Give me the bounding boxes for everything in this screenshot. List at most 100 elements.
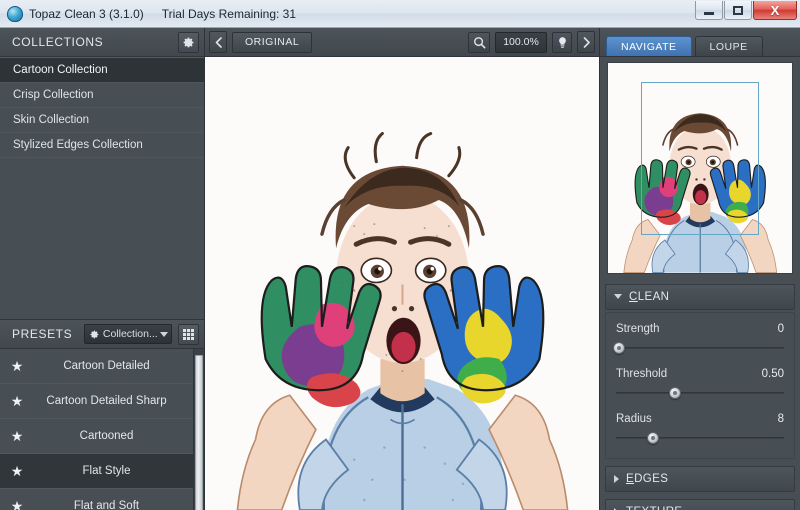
zoom-level-value: 100.0% xyxy=(503,36,539,48)
star-icon[interactable]: ★ xyxy=(0,499,34,510)
slider-strength-line xyxy=(616,346,784,349)
navigator-thumbnail[interactable] xyxy=(607,62,793,274)
window-title: Topaz Clean 3 (3.1.0) xyxy=(29,6,144,21)
slider-radius-track[interactable] xyxy=(616,431,784,444)
slider-threshold-label: Threshold xyxy=(616,367,668,380)
presets-dropdown-value: Collection... xyxy=(102,328,157,340)
collection-item-skin[interactable]: Skin Collection xyxy=(0,108,204,133)
original-label: ORIGINAL xyxy=(245,36,300,48)
preset-row[interactable]: ★ Cartooned xyxy=(0,419,193,454)
preset-label: Flat Style xyxy=(82,465,131,477)
collection-item-label: Stylized Edges Collection xyxy=(13,139,143,151)
preset-row-selected[interactable]: ★ Flat Style xyxy=(0,454,193,489)
zoom-level-field[interactable]: 100.0% xyxy=(495,31,547,53)
presets-grid-view-button[interactable] xyxy=(178,323,199,345)
zoom-tool-button[interactable] xyxy=(468,31,490,53)
slider-radius-meta: Radius 8 xyxy=(616,413,784,425)
collection-item-label: Cartoon Collection xyxy=(13,64,108,76)
collection-item-label: Crisp Collection xyxy=(13,89,94,101)
slider-radius-knob[interactable] xyxy=(646,431,659,444)
left-sidebar: COLLECTIONS Cartoon Collection Crisp Col… xyxy=(0,28,205,510)
section-title-clean: CLEAN xyxy=(629,290,670,303)
presets-header: PRESETS Collection... xyxy=(0,319,204,349)
window-titlebar: Topaz Clean 3 (3.1.0) Trial Days Remaini… xyxy=(0,0,800,28)
star-icon[interactable]: ★ xyxy=(0,429,34,443)
image-canvas[interactable] xyxy=(205,57,599,510)
preview-image-artwork xyxy=(205,57,599,510)
star-icon[interactable]: ★ xyxy=(0,394,34,408)
collection-item-cartoon[interactable]: Cartoon Collection xyxy=(0,58,204,83)
presets-scrollbar-thumb[interactable] xyxy=(195,355,203,510)
slider-threshold-track[interactable] xyxy=(616,386,784,399)
navigator-thumbnail-artwork xyxy=(608,63,792,273)
slider-threshold-value: 0.50 xyxy=(761,367,784,380)
preset-row[interactable]: ★ Flat and Soft xyxy=(0,489,193,510)
maximize-icon xyxy=(733,5,743,15)
presets-title: PRESETS xyxy=(12,327,73,341)
minimize-icon xyxy=(704,11,714,15)
chevron-left-icon xyxy=(215,36,222,48)
gear-icon xyxy=(183,37,194,47)
preview-image[interactable] xyxy=(205,57,599,510)
search-icon xyxy=(473,36,485,48)
presets-panel: ★ Cartoon Detailed ★ Cartoon Detailed Sh… xyxy=(0,349,204,510)
preset-row[interactable]: ★ Cartoon Detailed xyxy=(0,349,193,384)
section-title-texture: TEXTURE xyxy=(626,506,682,510)
triangle-down-icon xyxy=(614,294,622,300)
section-header-texture[interactable]: TEXTURE xyxy=(605,498,795,510)
tab-loupe-label: LOUPE xyxy=(709,40,748,53)
slider-radius: Radius 8 xyxy=(616,413,784,444)
close-button[interactable]: X xyxy=(753,1,797,20)
next-image-button[interactable] xyxy=(577,31,595,53)
topaz-clean-window: Topaz Clean 3 (3.1.0) Trial Days Remaini… xyxy=(0,0,800,510)
window-controls: X xyxy=(695,1,797,20)
collection-item-label: Skin Collection xyxy=(13,114,90,126)
navigator-preview-wrap xyxy=(600,57,800,281)
presets-list: ★ Cartoon Detailed ★ Cartoon Detailed Sh… xyxy=(0,349,193,510)
highlight-toggle-button[interactable] xyxy=(552,31,572,53)
collections-settings-button[interactable] xyxy=(178,31,199,53)
slider-radius-label: Radius xyxy=(616,412,652,425)
chevron-down-icon xyxy=(160,331,168,337)
right-sidebar: NAVIGATE LOUPE CLEAN Strength 0 Threshol… xyxy=(600,28,800,510)
app-body: COLLECTIONS Cartoon Collection Crisp Col… xyxy=(0,28,800,510)
original-view-button[interactable]: ORIGINAL xyxy=(232,31,313,53)
presets-scrollbar[interactable] xyxy=(193,349,204,510)
slider-strength: Strength 0 xyxy=(613,322,784,354)
previous-image-button[interactable] xyxy=(209,31,227,53)
preset-label: Flat and Soft xyxy=(73,500,140,510)
slider-threshold: Threshold 0.50 xyxy=(616,368,784,399)
chevron-right-icon xyxy=(583,36,590,48)
collections-header: COLLECTIONS xyxy=(0,28,204,57)
slider-strength-knob[interactable] xyxy=(613,341,626,354)
slider-strength-track[interactable] xyxy=(613,341,784,354)
presets-collection-dropdown[interactable]: Collection... xyxy=(84,324,172,344)
slider-radius-value: 8 xyxy=(777,412,784,425)
viewer-column: ORIGINAL 100.0% xyxy=(205,28,600,510)
slider-strength-label: Strength xyxy=(616,322,660,335)
minimize-button[interactable] xyxy=(695,1,723,20)
preset-label: Cartoon Detailed xyxy=(63,360,150,372)
section-header-edges[interactable]: EDGES xyxy=(605,465,795,492)
preset-row[interactable]: ★ Cartoon Detailed Sharp xyxy=(0,384,193,419)
slider-threshold-meta: Threshold 0.50 xyxy=(616,368,784,380)
viewer-toolbar: ORIGINAL 100.0% xyxy=(205,28,599,57)
star-icon[interactable]: ★ xyxy=(0,359,34,373)
maximize-button[interactable] xyxy=(724,1,752,20)
collection-item-crisp[interactable]: Crisp Collection xyxy=(0,83,204,108)
collections-empty-space xyxy=(0,158,204,319)
slider-threshold-knob[interactable] xyxy=(668,386,681,399)
triangle-right-icon xyxy=(614,474,619,483)
slider-radius-line xyxy=(616,436,784,439)
tab-loupe[interactable]: LOUPE xyxy=(694,36,763,56)
lightbulb-icon xyxy=(558,36,566,48)
navigator-tabs: NAVIGATE LOUPE xyxy=(600,28,800,57)
gear-icon xyxy=(90,330,99,338)
tab-navigate[interactable]: NAVIGATE xyxy=(606,36,692,56)
section-body-clean: Strength 0 Threshold 0.50 Radius 8 xyxy=(605,311,795,459)
section-header-clean[interactable]: CLEAN xyxy=(605,283,795,310)
section-title-edges: EDGES xyxy=(626,472,669,485)
collection-item-stylized-edges[interactable]: Stylized Edges Collection xyxy=(0,133,204,158)
collections-title: COLLECTIONS xyxy=(12,35,104,49)
star-icon[interactable]: ★ xyxy=(0,464,34,478)
